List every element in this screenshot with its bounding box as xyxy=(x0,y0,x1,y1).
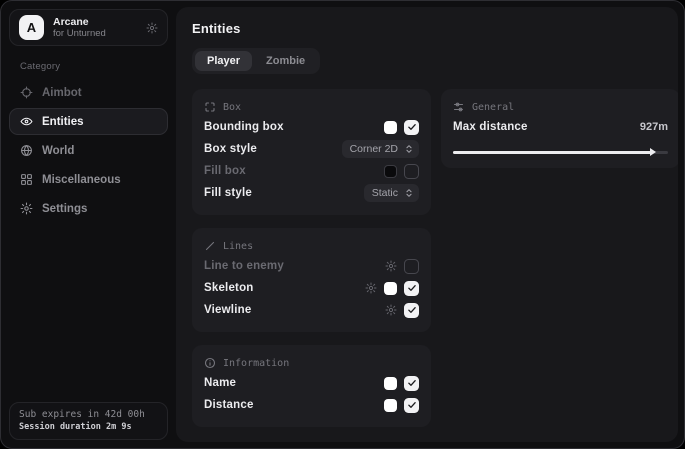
setting-label: Viewline xyxy=(204,304,385,316)
slider-thumb[interactable] xyxy=(650,148,656,156)
section-title: Lines xyxy=(223,241,253,252)
app-header-card: A Arcane for Unturned xyxy=(9,9,168,46)
sidebar-item-label: Entities xyxy=(42,116,84,128)
info-icon xyxy=(204,357,216,369)
setting-label: Distance xyxy=(204,399,384,411)
setting-label: Skeleton xyxy=(204,282,365,294)
color-swatch[interactable] xyxy=(384,165,397,178)
setting-row-viewline: Viewline xyxy=(204,299,419,321)
setting-row-fill-style: Fill style Static xyxy=(204,182,419,204)
entity-tabs: Player Zombie xyxy=(192,48,320,74)
color-swatch[interactable] xyxy=(384,282,397,295)
app-name: Arcane xyxy=(53,16,137,29)
tab-player[interactable]: Player xyxy=(195,51,252,71)
setting-row-box-style: Box style Corner 2D xyxy=(204,138,419,160)
app-subtitle: for Unturned xyxy=(53,28,137,39)
sidebar-item-aimbot[interactable]: Aimbot xyxy=(9,79,168,106)
checkbox-checked[interactable] xyxy=(404,120,419,135)
section-title: General xyxy=(472,102,514,113)
checkbox-unchecked[interactable] xyxy=(404,259,419,274)
eye-scan-icon xyxy=(20,115,33,128)
setting-label: Max distance xyxy=(453,121,640,133)
checkbox-checked[interactable] xyxy=(404,376,419,391)
slider-fill xyxy=(453,151,653,154)
checkbox-checked[interactable] xyxy=(404,398,419,413)
section-title: Information xyxy=(223,358,289,369)
subscription-status-card: Sub expires in 42d 00h Session duration … xyxy=(9,402,168,440)
setting-label: Name xyxy=(204,377,384,389)
max-distance-slider[interactable] xyxy=(453,147,668,157)
sidebar-item-world[interactable]: World xyxy=(9,137,168,164)
grid-icon xyxy=(20,173,33,186)
sidebar-nav: Aimbot Entities World xyxy=(9,79,168,222)
setting-label: Bounding box xyxy=(204,121,384,133)
box-style-select[interactable]: Corner 2D xyxy=(342,140,419,158)
color-swatch[interactable] xyxy=(384,377,397,390)
row-settings-gear-icon[interactable] xyxy=(385,304,397,316)
section-title: Box xyxy=(223,102,241,113)
globe-icon xyxy=(20,144,33,157)
setting-row-max-distance: Max distance 927m xyxy=(453,116,668,138)
information-section-card: Information Name Distance xyxy=(192,345,431,427)
color-swatch[interactable] xyxy=(384,121,397,134)
setting-row-name: Name xyxy=(204,372,419,394)
sidebar-item-settings[interactable]: Settings xyxy=(9,195,168,222)
box-section-card: Box Bounding box Box style xyxy=(192,89,431,215)
setting-row-skeleton: Skeleton xyxy=(204,277,419,299)
sidebar-item-entities[interactable]: Entities xyxy=(9,108,168,135)
sidebar-item-label: Aimbot xyxy=(42,87,82,99)
sub-expiry-text: Sub expires in 42d 00h xyxy=(19,409,158,420)
setting-label: Fill style xyxy=(204,187,364,199)
setting-label: Line to enemy xyxy=(204,260,385,272)
setting-row-line-to-enemy: Line to enemy xyxy=(204,255,419,277)
tab-zombie[interactable]: Zombie xyxy=(254,51,317,71)
color-swatch[interactable] xyxy=(384,399,397,412)
fill-style-select[interactable]: Static xyxy=(364,184,419,202)
slider-track[interactable] xyxy=(453,151,668,154)
general-section-card: General Max distance 927m xyxy=(441,89,678,168)
sidebar-item-label: World xyxy=(42,145,74,157)
diagonal-line-icon xyxy=(204,240,216,252)
sliders-icon xyxy=(453,101,465,113)
chevrons-up-down-icon xyxy=(404,188,414,198)
sidebar-item-label: Settings xyxy=(42,203,87,215)
page-title: Entities xyxy=(192,21,662,36)
main-panel: Entities Player Zombie Box xyxy=(176,7,678,442)
sidebar-item-label: Miscellaneous xyxy=(42,174,121,186)
checkbox-checked[interactable] xyxy=(404,303,419,318)
setting-row-fill-box: Fill box xyxy=(204,160,419,182)
sidebar: A Arcane for Unturned Category A xyxy=(1,1,176,448)
checkbox-checked[interactable] xyxy=(404,281,419,296)
app-logo: A xyxy=(19,15,44,40)
checkbox-unchecked[interactable] xyxy=(404,164,419,179)
session-duration-text: Session duration 2m 9s xyxy=(19,422,158,432)
lines-section-card: Lines Line to enemy Skeleton xyxy=(192,228,431,332)
setting-row-distance: Distance xyxy=(204,394,419,416)
chevrons-up-down-icon xyxy=(404,144,414,154)
row-settings-gear-icon[interactable] xyxy=(365,282,377,294)
sidebar-item-miscellaneous[interactable]: Miscellaneous xyxy=(9,166,168,193)
app-settings-icon[interactable] xyxy=(146,22,158,34)
setting-label: Box style xyxy=(204,143,342,155)
app-window: A Arcane for Unturned Category A xyxy=(0,0,685,449)
row-settings-gear-icon[interactable] xyxy=(385,260,397,272)
gear-icon xyxy=(20,202,33,215)
setting-row-bounding-box: Bounding box xyxy=(204,116,419,138)
setting-label: Fill box xyxy=(204,165,384,177)
box-frame-icon xyxy=(204,101,216,113)
crosshair-icon xyxy=(20,86,33,99)
max-distance-value: 927m xyxy=(640,121,668,133)
category-label: Category xyxy=(20,61,168,72)
